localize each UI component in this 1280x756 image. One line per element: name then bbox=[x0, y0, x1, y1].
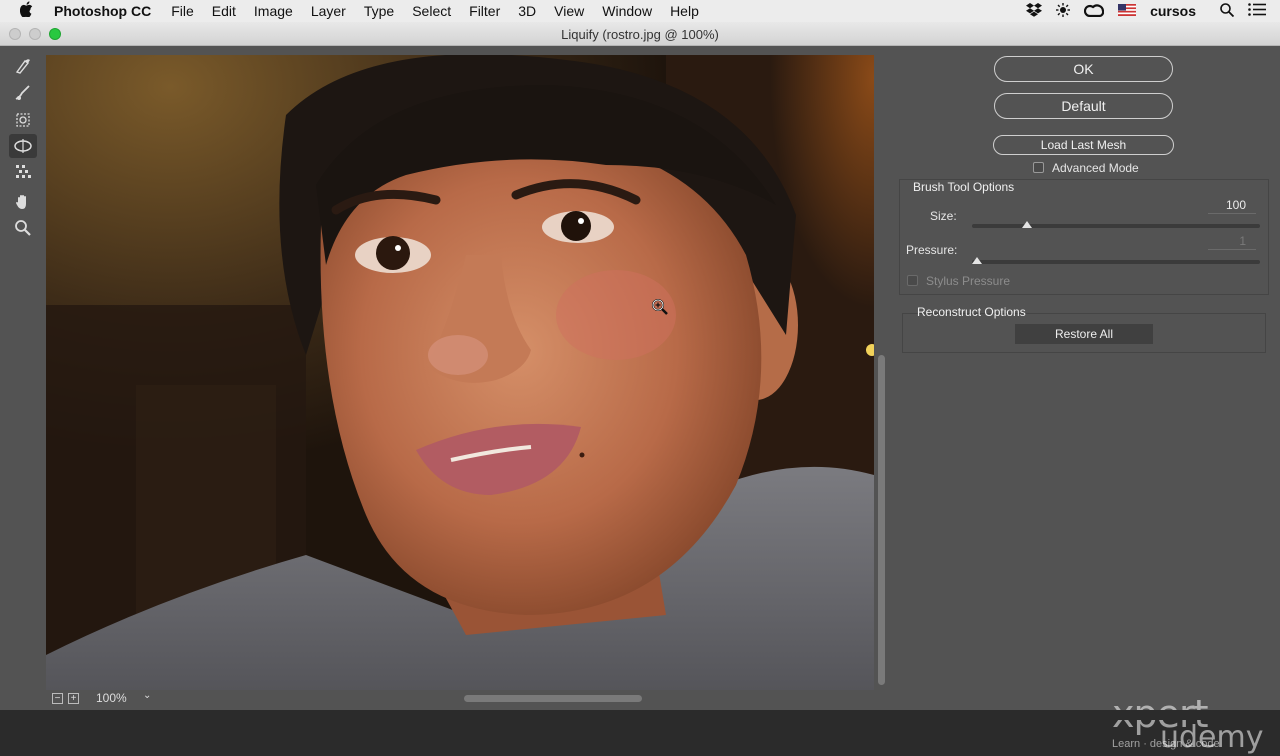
brush-tool-options-title: Brush Tool Options bbox=[913, 180, 1015, 194]
size-slider-thumb[interactable] bbox=[1021, 221, 1032, 228]
bloat-tool-icon[interactable] bbox=[9, 134, 37, 158]
creative-cloud-icon[interactable] bbox=[1084, 3, 1105, 20]
size-value-field[interactable]: 100 bbox=[1208, 198, 1256, 214]
size-slider-track[interactable] bbox=[972, 224, 1260, 228]
xpert-udemy-watermark: xpert udemy Learn · design & code bbox=[1112, 692, 1264, 755]
zoom-tool-icon[interactable] bbox=[9, 216, 37, 240]
vertical-scrollbar[interactable] bbox=[876, 55, 888, 690]
load-last-mesh-button[interactable]: Load Last Mesh bbox=[993, 135, 1174, 155]
zoom-level-value[interactable]: 100% bbox=[96, 691, 127, 705]
size-label: Size: bbox=[930, 209, 957, 223]
menu-3d[interactable]: 3D bbox=[518, 3, 536, 19]
liquify-dialog: − + 100% ⌄ OK Default Load Last Mesh Adv… bbox=[0, 46, 1280, 755]
zoom-out-button[interactable]: − bbox=[52, 693, 63, 704]
liquify-options-panel: OK Default Load Last Mesh Advanced Mode … bbox=[890, 46, 1280, 720]
forward-warp-tool-icon[interactable] bbox=[9, 54, 37, 78]
pressure-label: Pressure: bbox=[906, 243, 958, 257]
spotlight-search-icon[interactable] bbox=[1220, 2, 1235, 20]
menu-help[interactable]: Help bbox=[670, 3, 699, 19]
pucker-tool-icon[interactable] bbox=[9, 108, 37, 132]
ok-button[interactable]: OK bbox=[994, 56, 1173, 82]
chevron-down-icon[interactable]: ⌄ bbox=[143, 690, 151, 701]
image-preview-canvas[interactable] bbox=[46, 55, 874, 690]
menu-filter[interactable]: Filter bbox=[469, 3, 500, 19]
restore-all-button[interactable]: Restore All bbox=[1015, 324, 1153, 344]
menu-image[interactable]: Image bbox=[254, 3, 293, 19]
pressure-slider-thumb[interactable] bbox=[972, 257, 982, 264]
portrait-photo bbox=[46, 55, 874, 690]
menu-bar: Photoshop CC File Edit Image Layer Type … bbox=[0, 0, 1280, 22]
menu-select[interactable]: Select bbox=[412, 3, 451, 19]
window-titlebar: Liquify (rostro.jpg @ 100%) bbox=[0, 22, 1280, 46]
pressure-value-field[interactable]: 1 bbox=[1208, 234, 1256, 250]
pressure-slider-track[interactable] bbox=[972, 260, 1260, 264]
menu-app-name[interactable]: Photoshop CC bbox=[54, 3, 151, 19]
bottom-strip bbox=[0, 710, 1280, 720]
menu-layer[interactable]: Layer bbox=[311, 3, 346, 19]
advanced-mode-checkbox[interactable] bbox=[1033, 162, 1044, 173]
menu-user[interactable]: cursos bbox=[1150, 3, 1196, 19]
menu-view[interactable]: View bbox=[554, 3, 584, 19]
window-title: Liquify (rostro.jpg @ 100%) bbox=[561, 27, 719, 42]
push-left-tool-icon[interactable] bbox=[9, 160, 37, 184]
brightness-icon[interactable] bbox=[1056, 2, 1071, 20]
default-button[interactable]: Default bbox=[994, 93, 1173, 119]
hand-tool-icon[interactable] bbox=[9, 190, 37, 214]
reconstruct-options-title: Reconstruct Options bbox=[917, 305, 1026, 319]
zoom-in-button[interactable]: + bbox=[68, 693, 79, 704]
menu-window[interactable]: Window bbox=[602, 3, 652, 19]
canvas-status-bar: − + 100% ⌄ bbox=[46, 690, 888, 706]
us-flag-icon[interactable] bbox=[1118, 3, 1137, 19]
horizontal-scroll-thumb[interactable] bbox=[464, 695, 642, 702]
menu-type[interactable]: Type bbox=[364, 3, 394, 19]
menu-list-icon[interactable] bbox=[1248, 3, 1266, 19]
vertical-scroll-thumb[interactable] bbox=[878, 355, 885, 685]
stylus-pressure-checkbox[interactable] bbox=[907, 275, 918, 286]
advanced-mode-label: Advanced Mode bbox=[1052, 161, 1139, 175]
menu-edit[interactable]: Edit bbox=[212, 3, 236, 19]
reconstruct-tool-icon[interactable] bbox=[9, 80, 37, 104]
stylus-pressure-label: Stylus Pressure bbox=[926, 274, 1011, 288]
apple-icon[interactable] bbox=[19, 1, 38, 21]
menu-file[interactable]: File bbox=[171, 3, 194, 19]
dropbox-icon[interactable] bbox=[1026, 2, 1043, 20]
liquify-toolbar bbox=[0, 46, 46, 720]
